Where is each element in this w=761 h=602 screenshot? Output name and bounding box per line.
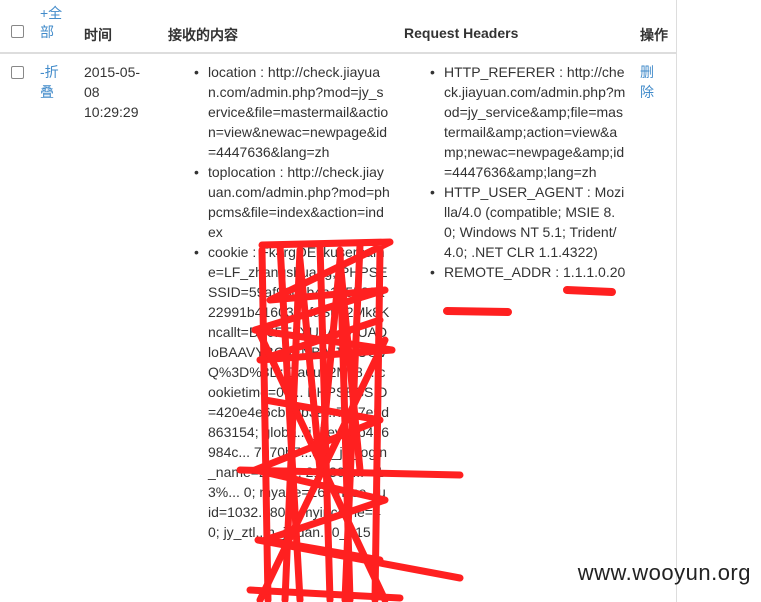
content-item-toplocation: toplocation : http://check.jiayuan.com/a… bbox=[194, 162, 390, 242]
delete-link[interactable]: 删除 bbox=[640, 62, 656, 102]
collapse-link[interactable]: -折叠 bbox=[40, 62, 68, 102]
header-item-referer: HTTP_REFERER : http://check.jiayuan.com/… bbox=[430, 62, 626, 182]
content-list: location : http://check.jiayuan.com/admi… bbox=[194, 62, 390, 542]
content-header: 接收的内容 bbox=[168, 27, 238, 43]
select-all-checkbox[interactable] bbox=[11, 25, 24, 38]
actions-header: 操作 bbox=[640, 27, 668, 43]
content-item-location: location : http://check.jiayuan.com/admi… bbox=[194, 62, 390, 162]
request-headers-header: Request Headers bbox=[404, 25, 519, 41]
expand-all-link[interactable]: +全部 bbox=[40, 4, 70, 42]
header-item-user-agent: HTTP_USER_AGENT : Mozilla/4.0 (compatibl… bbox=[430, 182, 626, 262]
content-item-cookie: cookie : Fk4rgOEltkusername=LF_zhangshua… bbox=[194, 242, 390, 542]
row-checkbox[interactable] bbox=[11, 66, 24, 79]
watermark: www.wooyun.org bbox=[577, 560, 751, 585]
row-time: 2015-05-08 10:29:29 bbox=[84, 64, 141, 120]
time-header: 时间 bbox=[84, 27, 112, 43]
header-divider bbox=[0, 53, 676, 54]
header-item-remote-addr: REMOTE_ADDR : 1.1.1.0.20 bbox=[430, 262, 626, 282]
table-header-row: +全部 时间 接收的内容 Request Headers 操作 bbox=[0, 0, 676, 54]
headers-list: HTTP_REFERER : http://check.jiayuan.com/… bbox=[430, 62, 626, 282]
